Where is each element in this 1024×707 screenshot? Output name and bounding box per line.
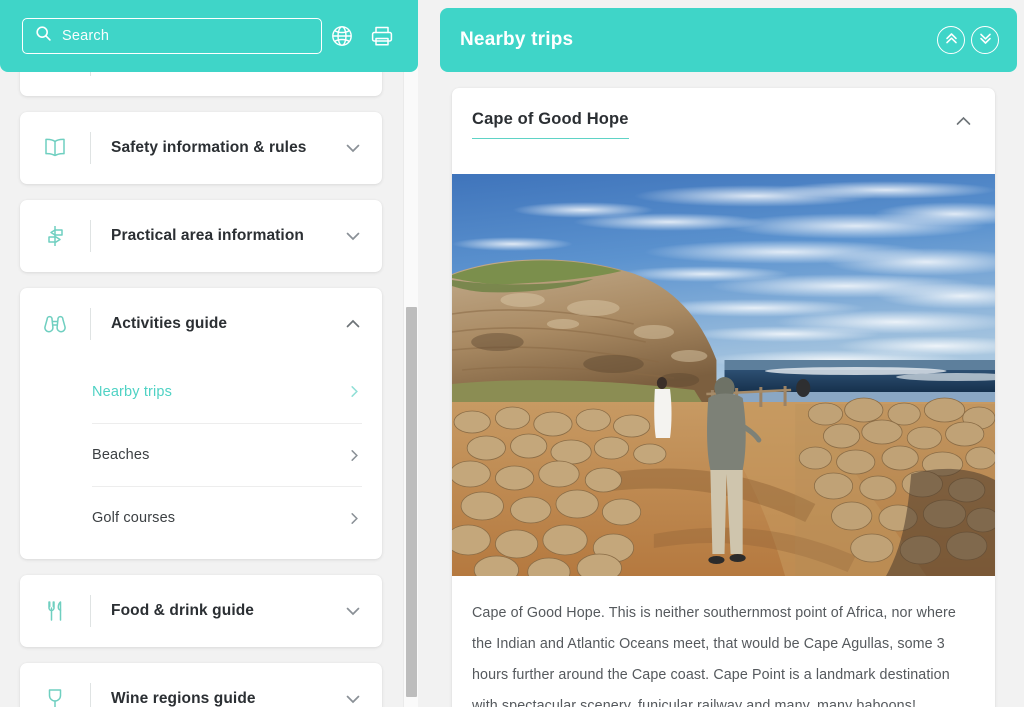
double-chevron-down-icon [977,30,994,50]
menu-card-practical-area-information[interactable]: Practical area information [20,200,382,272]
menu-item-wine-regions-guide[interactable]: Wine regions guide [20,663,382,707]
language-button[interactable] [322,16,362,56]
article-title: Cape of Good Hope [472,110,629,139]
menu-item-safety-information-rules[interactable]: Safety information & rules [20,112,382,184]
double-chevron-up-icon [943,30,960,50]
menu-item-activities-guide[interactable]: Activities guide [20,288,382,360]
collapse-all-button[interactable] [937,26,965,54]
chevron-right-icon [347,448,362,463]
chevron-up-icon[interactable] [954,112,973,131]
left-panel-header: Search [0,0,418,72]
signpost-icon [38,219,72,253]
scrollbar-thumb[interactable] [406,307,417,697]
search-input[interactable]: Search [22,18,322,54]
menu-item-practical-area-information[interactable]: Practical area information [20,200,382,272]
globe-icon [329,23,355,49]
divider [90,683,91,707]
submenu-activities-guide: Nearby trips Beaches Golf courses [20,360,382,559]
left-navigation-panel: Safety information & rules Practical are… [0,0,420,707]
binoculars-icon [38,307,72,341]
divider [90,220,91,252]
menu-item-label: Activities guide [111,315,228,332]
open-book-icon [38,131,72,165]
menu-item-label: Wine regions guide [111,690,256,707]
app-root: Safety information & rules Practical are… [0,0,1024,707]
search-placeholder: Search [62,28,110,44]
printer-icon [369,23,395,49]
divider [90,132,91,164]
left-panel-scroll-area: Safety information & rules Practical are… [0,0,402,707]
chevron-down-icon[interactable] [344,690,362,707]
print-button[interactable] [362,16,402,56]
submenu-item-label: Beaches [92,447,150,463]
page-title: Nearby trips [460,29,574,50]
menu-item-label: Food & drink guide [111,602,255,619]
article-photo [452,174,995,576]
menu-card-activities-guide[interactable]: Activities guide Nearby trips Beaches Go… [20,288,382,559]
article-title-wrap: Cape of Good Hope [472,110,954,139]
chevron-right-icon [347,511,362,526]
search-icon [35,25,52,47]
menu-card-food-drink-guide[interactable]: Food & drink guide [20,575,382,647]
divider [90,595,91,627]
chevron-down-icon[interactable] [344,602,362,620]
cape-of-good-hope-photograph [452,174,995,576]
submenu-item-golf-courses[interactable]: Golf courses [92,486,362,549]
submenu-item-beaches[interactable]: Beaches [92,423,362,486]
menu-item-label: Practical area information [111,227,304,244]
expand-all-button[interactable] [971,26,999,54]
submenu-item-nearby-trips[interactable]: Nearby trips [92,360,362,423]
chevron-up-icon[interactable] [344,315,362,333]
divider [90,308,91,340]
submenu-item-label: Golf courses [92,510,176,526]
wine-glass-icon [38,682,72,707]
article-card-cape-of-good-hope: Cape of Good Hope Cape of Good Hope. Thi… [452,88,995,707]
chevron-down-icon[interactable] [344,227,362,245]
article-body-text: Cape of Good Hope. This is neither south… [472,605,956,707]
menu-card-wine-regions-guide[interactable]: Wine regions guide [20,663,382,707]
fork-knife-icon [38,594,72,628]
right-panel-header: Nearby trips [440,8,1017,72]
left-panel-scrollbar[interactable] [403,62,418,707]
menu-card-safety-information-rules[interactable]: Safety information & rules [20,112,382,184]
chevron-down-icon[interactable] [344,139,362,157]
menu-item-food-drink-guide[interactable]: Food & drink guide [20,575,382,647]
chevron-right-icon [347,384,362,399]
submenu-item-label: Nearby trips [92,383,172,400]
article-header[interactable]: Cape of Good Hope [452,88,995,174]
right-content-panel: Cape of Good Hope Cape of Good Hope. Thi… [440,0,1024,707]
article-body: Cape of Good Hope. This is neither south… [452,576,995,707]
menu-item-label: Safety information & rules [111,139,307,156]
right-panel-scroll-area: Cape of Good Hope Cape of Good Hope. Thi… [440,0,1007,707]
